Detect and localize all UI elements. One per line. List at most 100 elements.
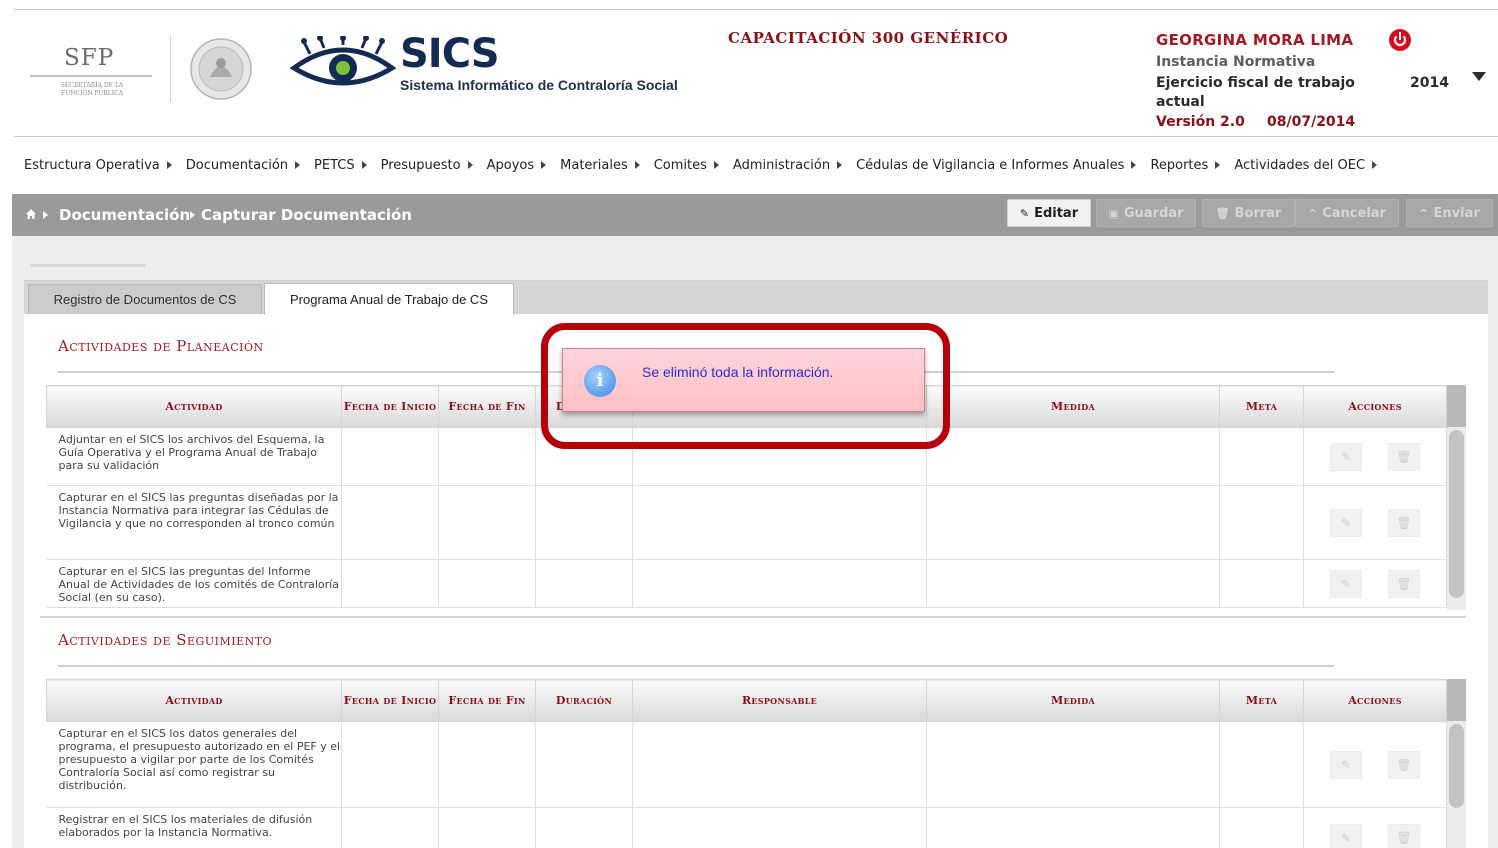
responsable-cell[interactable]: [632, 559, 927, 608]
fecha-inicio-cell[interactable]: [341, 559, 439, 608]
column-actividad[interactable]: Actividad: [46, 679, 342, 722]
responsable-cell[interactable]: [632, 721, 927, 808]
column-acciones: Acciones: [1303, 385, 1447, 428]
pencil-icon[interactable]: ✎: [1330, 569, 1362, 598]
header-divider: [14, 136, 1498, 137]
responsable-cell[interactable]: [632, 485, 927, 560]
fiscal-year-label: Ejercicio fiscal de trabajo actual: [1156, 75, 1355, 110]
menu-item-petcs[interactable]: PETCS: [314, 158, 367, 173]
logo-divider: [170, 36, 171, 102]
duracion-cell: [535, 485, 633, 560]
top-divider: [14, 9, 1498, 10]
fecha-fin-cell[interactable]: [438, 485, 536, 560]
menu-item-presupuesto[interactable]: Presupuesto: [381, 158, 473, 173]
fecha-fin-cell[interactable]: [438, 427, 536, 486]
meta-cell[interactable]: [1219, 721, 1304, 808]
menu-item-label: Comites: [653, 157, 707, 173]
breadcrumb-level1[interactable]: Documentación: [59, 206, 190, 224]
pencil-icon[interactable]: ✎: [1330, 750, 1362, 779]
scrollbar-thumb[interactable]: [1449, 724, 1464, 808]
edit-button[interactable]: ✎ Editar: [1007, 199, 1091, 227]
meta-cell[interactable]: [1219, 807, 1304, 848]
column-fecha-fin[interactable]: Fecha de Fin: [438, 679, 536, 722]
fecha-fin-cell[interactable]: [438, 807, 536, 848]
table-row[interactable]: Capturar en el SICS las preguntas diseña…: [46, 485, 1447, 560]
fecha-inicio-cell[interactable]: [341, 807, 439, 848]
medida-cell[interactable]: [926, 427, 1220, 486]
meta-cell[interactable]: [1219, 427, 1304, 486]
meta-cell[interactable]: [1219, 485, 1304, 560]
fecha-fin-cell[interactable]: [438, 559, 536, 608]
fiscal-year-value[interactable]: 2014: [1410, 75, 1449, 91]
section-separator: [40, 616, 1466, 618]
column-actividad[interactable]: Actividad: [46, 385, 342, 428]
home-icon[interactable]: [25, 208, 37, 220]
actions-cell: ✎ 🗑: [1303, 427, 1447, 486]
scrollbar-thumb[interactable]: [1449, 430, 1464, 598]
menu-item-label: Documentación: [185, 157, 289, 173]
column-fecha-inicio[interactable]: Fecha de Inicio: [341, 679, 439, 722]
power-icon[interactable]: [1389, 29, 1411, 51]
column-fecha-fin[interactable]: Fecha de Fin: [438, 385, 536, 428]
trash-icon[interactable]: 🗑: [1388, 569, 1420, 598]
menu-item-estructura-operativa[interactable]: Estructura Operativa: [24, 158, 172, 173]
trash-icon[interactable]: 🗑: [1388, 442, 1420, 471]
column-meta[interactable]: Meta: [1219, 385, 1304, 428]
breadcrumb-bar: Documentación Capturar Documentación ✎ Ed…: [12, 194, 1498, 236]
pencil-icon[interactable]: ✎: [1330, 508, 1362, 537]
table-row[interactable]: Registrar en el SICS los materiales de d…: [46, 807, 1447, 848]
medida-cell[interactable]: [926, 721, 1220, 808]
section-divider: [58, 665, 1334, 667]
responsable-cell[interactable]: [632, 807, 927, 848]
trash-icon[interactable]: 🗑: [1388, 750, 1420, 779]
trash-icon: 🗑: [1215, 206, 1230, 220]
menu-item-label: Presupuesto: [380, 157, 461, 173]
column-medida[interactable]: Medida: [926, 385, 1220, 428]
column-medida[interactable]: Medida: [926, 679, 1220, 722]
fecha-inicio-cell[interactable]: [341, 721, 439, 808]
column-responsable[interactable]: Responsable: [632, 679, 927, 722]
header: SFP SECRETARÍA DE LA FUNCIÓN PÚBLICA SIC…: [0, 0, 1498, 140]
fecha-inicio-cell[interactable]: [341, 485, 439, 560]
menu-item-cedulas[interactable]: Cédulas de Vigilancia e Informes Anuales: [856, 158, 1137, 173]
pencil-icon[interactable]: ✎: [1330, 442, 1362, 471]
highlight-annotation: [541, 323, 950, 449]
menu-item-materiales[interactable]: Materiales: [560, 158, 640, 173]
sfp-logo-line: [30, 75, 152, 77]
menu-item-documentacion[interactable]: Documentación: [185, 157, 301, 173]
meta-cell[interactable]: [1219, 559, 1304, 608]
send-button[interactable]: ^ Enviar: [1406, 199, 1493, 227]
column-fecha-inicio[interactable]: Fecha de Inicio: [341, 385, 439, 428]
trash-icon[interactable]: 🗑: [1388, 508, 1420, 537]
main-menu: Estructura Operativa Documentación PETCS…: [24, 155, 1391, 175]
fecha-inicio-cell[interactable]: [341, 427, 439, 486]
table-row[interactable]: Capturar en el SICS los datos generales …: [46, 721, 1447, 808]
pencil-icon[interactable]: ✎: [1330, 823, 1362, 848]
medida-cell[interactable]: [926, 807, 1220, 848]
medida-cell[interactable]: [926, 485, 1220, 560]
trash-icon[interactable]: 🗑: [1388, 823, 1420, 848]
column-meta[interactable]: Meta: [1219, 679, 1304, 722]
tab-registro-documentos[interactable]: Registro de Documentos de CS: [28, 284, 262, 314]
fecha-fin-cell[interactable]: [438, 721, 536, 808]
chevron-right-icon: [467, 161, 473, 169]
menu-item-label: Materiales: [560, 157, 628, 173]
pencil-icon: ✎: [1019, 206, 1030, 220]
column-duracion[interactable]: Duración: [535, 679, 633, 722]
actions-cell: ✎ 🗑: [1303, 807, 1447, 848]
menu-item-apoyos[interactable]: Apoyos: [487, 158, 547, 173]
medida-cell[interactable]: [926, 559, 1220, 608]
menu-item-comites[interactable]: Comites: [654, 158, 719, 173]
save-button[interactable]: ▣ Guardar: [1096, 199, 1196, 227]
menu-item-administracion[interactable]: Administración: [733, 158, 843, 173]
chevron-right-icon: [713, 161, 719, 169]
tab-programa-anual[interactable]: Programa Anual de Trabajo de CS: [264, 283, 514, 315]
menu-item-reportes[interactable]: Reportes: [1150, 158, 1221, 173]
activity-cell: Capturar en el SICS los datos generales …: [46, 721, 342, 808]
scrollbar-header: [1447, 385, 1466, 427]
cancel-button[interactable]: ^ Cancelar: [1295, 199, 1399, 227]
table-row[interactable]: Capturar en el SICS las preguntas del In…: [46, 559, 1447, 608]
menu-item-actividades-oec[interactable]: Actividades del OEC: [1234, 158, 1378, 173]
chevron-down-icon[interactable]: [1472, 72, 1486, 81]
delete-button[interactable]: 🗑 Borrar: [1202, 199, 1295, 227]
